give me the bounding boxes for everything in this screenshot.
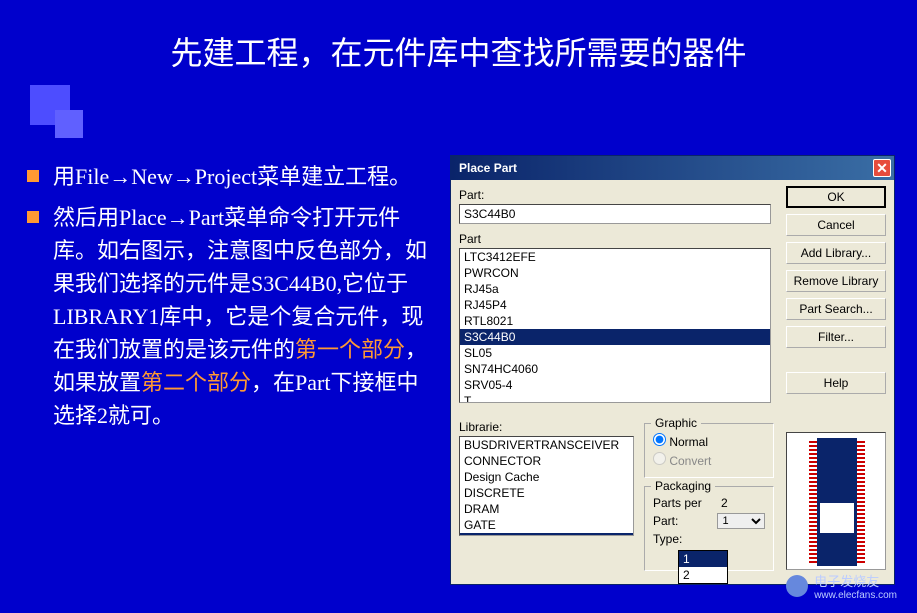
filter-button[interactable]: Filter...: [786, 326, 886, 348]
slide-title: 先建工程，在元件库中查找所需要的器件: [0, 0, 917, 94]
type-option[interactable]: 1: [679, 551, 727, 567]
radio-normal[interactable]: [653, 433, 666, 446]
part-list-item[interactable]: RTL8021: [460, 313, 770, 329]
graphic-label: Graphic: [651, 416, 701, 430]
part-search-button[interactable]: Part Search...: [786, 298, 886, 320]
ok-button[interactable]: OK: [786, 186, 886, 208]
part-list-item[interactable]: S3C44B0: [460, 329, 770, 345]
highlight-second-part: 第二个部分: [141, 370, 251, 395]
highlight-first-part: 第一个部分: [295, 337, 405, 362]
dialog-titlebar[interactable]: Place Part ✕: [451, 156, 894, 180]
library-list-item[interactable]: DISCRETE: [460, 485, 633, 501]
remove-library-button[interactable]: Remove Library: [786, 270, 886, 292]
graphic-group: Graphic Normal Convert: [644, 423, 774, 478]
parts-per-label: Parts per: [653, 496, 721, 510]
cancel-button[interactable]: Cancel: [786, 214, 886, 236]
part-list-item[interactable]: RJ45P4: [460, 297, 770, 313]
part-list[interactable]: LTC3412EFEPWRCONRJ45aRJ45P4RTL8021S3C44B…: [459, 248, 771, 403]
library-list-item[interactable]: DRAM: [460, 501, 633, 517]
bullet-icon: [27, 211, 39, 223]
help-button[interactable]: Help: [786, 372, 886, 394]
part-list-item[interactable]: SN74HC4060: [460, 361, 770, 377]
watermark: 电子发烧友 www.elecfans.com: [786, 571, 897, 601]
bullet-icon: [27, 170, 39, 182]
library-list-item[interactable]: Design Cache: [460, 469, 633, 485]
library-list-item[interactable]: LIBRARY1: [460, 533, 633, 536]
packaging-part-label: Part:: [653, 514, 717, 528]
slide-body: 用File→New→Project菜单建立工程。 然后用Place→Part菜单…: [25, 160, 435, 440]
parts-per-value: 2: [721, 496, 728, 510]
packaging-type-label: Type:: [653, 532, 721, 546]
libraries-label: Librarie:: [459, 420, 634, 434]
radio-convert: [653, 452, 666, 465]
packaging-part-select[interactable]: 1: [717, 513, 765, 529]
packaging-label: Packaging: [651, 479, 715, 493]
type-option[interactable]: 2: [679, 567, 727, 583]
part-list-item[interactable]: RJ45a: [460, 281, 770, 297]
watermark-icon: [786, 575, 808, 597]
radio-normal-row: Normal: [653, 433, 765, 449]
dialog-title-text: Place Part: [459, 161, 517, 175]
place-part-dialog: Place Part ✕ Part: Part LTC3412EFEPWRCON…: [450, 155, 895, 585]
library-list-item[interactable]: CONNECTOR: [460, 453, 633, 469]
add-library-button[interactable]: Add Library...: [786, 242, 886, 264]
libraries-list[interactable]: BUSDRIVERTRANSCEIVERCONNECTORDesign Cach…: [459, 436, 634, 536]
watermark-text: 电子发烧友: [814, 571, 897, 590]
part-input[interactable]: [459, 204, 771, 224]
part-list-item[interactable]: SRV05-4: [460, 377, 770, 393]
bullet-1: 用File→New→Project菜单建立工程。: [25, 160, 435, 193]
library-list-item[interactable]: BUSDRIVERTRANSCEIVER: [460, 437, 633, 453]
library-list-item[interactable]: GATE: [460, 517, 633, 533]
type-dropdown-open[interactable]: 12: [678, 550, 728, 584]
part-preview: [786, 432, 886, 570]
close-icon[interactable]: ✕: [873, 159, 891, 177]
part-list-item[interactable]: SL05: [460, 345, 770, 361]
watermark-url: www.elecfans.com: [814, 590, 897, 601]
bullet-2: 然后用Place→Part菜单命令打开元件库。如右图示，注意图中反色部分，如果我…: [25, 201, 435, 432]
part-list-item[interactable]: T: [460, 393, 770, 403]
part-list-item[interactable]: PWRCON: [460, 265, 770, 281]
radio-convert-row: Convert: [653, 452, 765, 468]
part-list-item[interactable]: LTC3412EFE: [460, 249, 770, 265]
